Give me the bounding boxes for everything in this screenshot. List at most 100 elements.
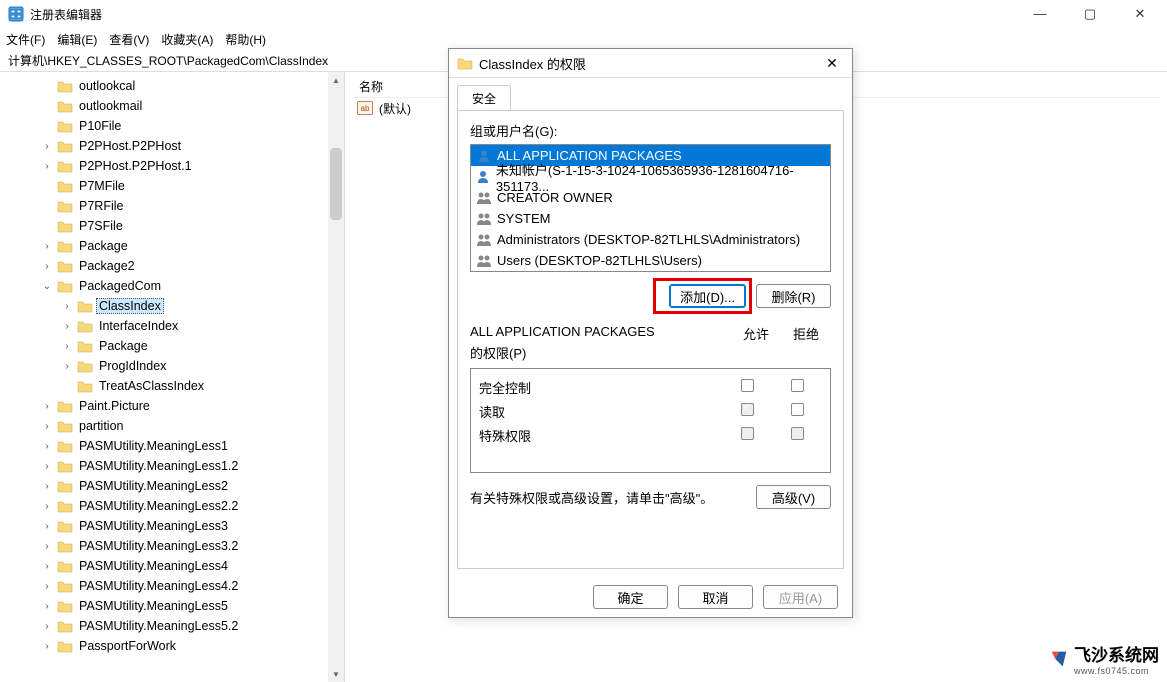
expand-icon[interactable]: › bbox=[40, 641, 54, 652]
tree-item-paint-picture[interactable]: ›Paint.Picture bbox=[0, 396, 344, 416]
tree-item-passportforwork[interactable]: ›PassportForWork bbox=[0, 636, 344, 656]
tree-item-label: PASMUtility.MeaningLess3 bbox=[76, 518, 231, 534]
expand-icon[interactable]: › bbox=[60, 301, 74, 312]
menu-edit[interactable]: 编辑(E) bbox=[57, 31, 97, 48]
tree-item-pasmutility-meaningless2-2[interactable]: ›PASMUtility.MeaningLess2.2 bbox=[0, 496, 344, 516]
tree-item-outlookmail[interactable]: outlookmail bbox=[0, 96, 344, 116]
checkbox-allow[interactable] bbox=[741, 403, 754, 416]
tree-item-p7sfile[interactable]: P7SFile bbox=[0, 216, 344, 236]
add-button[interactable]: 添加(D)... bbox=[669, 284, 746, 308]
tree-item-p7rfile[interactable]: P7RFile bbox=[0, 196, 344, 216]
maximize-button[interactable]: ▢ bbox=[1075, 6, 1105, 22]
cancel-button[interactable]: 取消 bbox=[678, 585, 753, 609]
collapse-icon[interactable]: ⌄ bbox=[40, 281, 54, 292]
tree-item-pasmutility-meaningless4[interactable]: › PASMUtility.MeaningLess4 bbox=[0, 556, 344, 576]
advanced-button[interactable]: 高级(V) bbox=[756, 485, 831, 509]
folder-icon bbox=[57, 559, 73, 573]
ok-button[interactable]: 确定 bbox=[593, 585, 668, 609]
remove-button[interactable]: 删除(R) bbox=[756, 284, 831, 308]
tree-item-p2phost-p2phost-1[interactable]: › P2PHost.P2PHost.1 bbox=[0, 156, 344, 176]
tree-item-package[interactable]: ›Package bbox=[0, 236, 344, 256]
user-item[interactable]: 未知帐户(S-1-15-3-1024-1065365936-1281604716… bbox=[471, 166, 830, 187]
checkbox-deny[interactable] bbox=[791, 379, 804, 392]
col-name[interactable]: 名称 bbox=[353, 76, 389, 97]
expand-icon[interactable]: › bbox=[60, 341, 74, 352]
expand-icon[interactable]: › bbox=[40, 141, 54, 152]
scroll-up-icon[interactable]: ▲ bbox=[328, 72, 344, 88]
tree-item-pasmutility-meaningless1[interactable]: ›PASMUtility.MeaningLess1 bbox=[0, 436, 344, 456]
tree-item-label: PASMUtility.MeaningLess3.2 bbox=[76, 538, 241, 554]
expand-icon[interactable]: › bbox=[40, 481, 54, 492]
checkbox-allow[interactable] bbox=[741, 379, 754, 392]
tree-item-label: PASMUtility.MeaningLess4 bbox=[76, 558, 231, 574]
tree-item-progidindex[interactable]: ›ProgIdIndex bbox=[0, 356, 344, 376]
dialog-title-bar[interactable]: ClassIndex 的权限 ✕ bbox=[449, 49, 852, 78]
tree-item-pasmutility-meaningless3-2[interactable]: › PASMUtility.MeaningLess3.2 bbox=[0, 536, 344, 556]
menu-view[interactable]: 查看(V) bbox=[109, 31, 149, 48]
user-item[interactable]: SYSTEM bbox=[471, 208, 830, 229]
user-item-label: Administrators (DESKTOP-82TLHLS\Administ… bbox=[497, 232, 800, 247]
expand-icon[interactable]: › bbox=[40, 621, 54, 632]
folder-icon bbox=[57, 159, 73, 173]
tab-security[interactable]: 安全 bbox=[457, 85, 511, 111]
user-item[interactable]: Administrators (DESKTOP-82TLHLS\Administ… bbox=[471, 229, 830, 250]
tree-item-label: PackagedCom bbox=[76, 278, 164, 294]
user-item[interactable]: Users (DESKTOP-82TLHLS\Users) bbox=[471, 250, 830, 271]
minimize-button[interactable]: — bbox=[1025, 6, 1055, 22]
expand-icon[interactable]: › bbox=[40, 601, 54, 612]
tree-item-pasmutility-meaningless4-2[interactable]: ›PASMUtility.MeaningLess4.2 bbox=[0, 576, 344, 596]
menu-help[interactable]: 帮助(H) bbox=[225, 31, 266, 48]
tree-item-pasmutility-meaningless5-2[interactable]: ›PASMUtility.MeaningLess5.2 bbox=[0, 616, 344, 636]
folder-icon bbox=[57, 179, 73, 193]
tree-item-pasmutility-meaningless2[interactable]: ›PASMUtility.MeaningLess2 bbox=[0, 476, 344, 496]
tree-item-label: ClassIndex bbox=[96, 298, 164, 314]
expand-icon[interactable]: › bbox=[60, 361, 74, 372]
tree-item-interfaceindex[interactable]: ›InterfaceIndex bbox=[0, 316, 344, 336]
expand-icon[interactable]: › bbox=[40, 581, 54, 592]
folder-icon bbox=[77, 359, 93, 373]
menu-file[interactable]: 文件(F) bbox=[6, 31, 45, 48]
checkbox-deny[interactable] bbox=[791, 403, 804, 416]
group-icon bbox=[475, 254, 493, 268]
folder-icon bbox=[77, 299, 93, 313]
expand-icon[interactable]: › bbox=[60, 321, 74, 332]
expand-icon[interactable]: › bbox=[40, 261, 54, 272]
tree-item-label: Package2 bbox=[76, 258, 138, 274]
title-bar: 注册表编辑器 — ▢ ✕ bbox=[0, 0, 1167, 28]
user-list[interactable]: ALL APPLICATION PACKAGES未知帐户(S-1-15-3-10… bbox=[470, 144, 831, 272]
expand-icon[interactable]: › bbox=[40, 561, 54, 572]
tree-item-outlookcal[interactable]: outlookcal bbox=[0, 76, 344, 96]
expand-icon[interactable]: › bbox=[40, 501, 54, 512]
tree-item-pasmutility-meaningless3[interactable]: › PASMUtility.MeaningLess3 bbox=[0, 516, 344, 536]
tree-item-treatasclassindex[interactable]: TreatAsClassIndex bbox=[0, 376, 344, 396]
tree-item-classindex[interactable]: › ClassIndex bbox=[0, 296, 344, 316]
tree-item-p7mfile[interactable]: P7MFile bbox=[0, 176, 344, 196]
dialog-close-button[interactable]: ✕ bbox=[820, 55, 844, 72]
tree-item-partition[interactable]: ›partition bbox=[0, 416, 344, 436]
apply-button[interactable]: 应用(A) bbox=[763, 585, 838, 609]
tree-item-p2phost-p2phost[interactable]: ›P2PHost.P2PHost bbox=[0, 136, 344, 156]
folder-icon bbox=[57, 259, 73, 273]
close-button[interactable]: ✕ bbox=[1125, 6, 1155, 22]
expand-icon[interactable]: › bbox=[40, 441, 54, 452]
tree-scrollbar[interactable]: ▲ ▼ bbox=[328, 72, 344, 682]
expand-icon[interactable]: › bbox=[40, 541, 54, 552]
tree-item-label: TreatAsClassIndex bbox=[96, 378, 207, 394]
scroll-down-icon[interactable]: ▼ bbox=[328, 666, 344, 682]
tree-item-pasmutility-meaningless5[interactable]: ›PASMUtility.MeaningLess5 bbox=[0, 596, 344, 616]
expand-icon[interactable]: › bbox=[40, 421, 54, 432]
expand-icon[interactable]: › bbox=[40, 161, 54, 172]
tree-item-packagedcom[interactable]: ⌄ PackagedCom bbox=[0, 276, 344, 296]
scroll-thumb[interactable] bbox=[330, 148, 342, 220]
expand-icon[interactable]: › bbox=[40, 521, 54, 532]
expand-icon[interactable]: › bbox=[40, 461, 54, 472]
expand-icon[interactable]: › bbox=[40, 241, 54, 252]
watermark: 飞沙系统网 www.fs0745.com bbox=[1048, 641, 1159, 676]
tree-item-label: P2PHost.P2PHost.1 bbox=[76, 158, 195, 174]
tree-item-pasmutility-meaningless1-2[interactable]: ›PASMUtility.MeaningLess1.2 bbox=[0, 456, 344, 476]
menu-fav[interactable]: 收藏夹(A) bbox=[161, 31, 213, 48]
tree-item-p10file[interactable]: P10File bbox=[0, 116, 344, 136]
tree-item-package[interactable]: ›Package bbox=[0, 336, 344, 356]
tree-item-package2[interactable]: › Package2 bbox=[0, 256, 344, 276]
expand-icon[interactable]: › bbox=[40, 401, 54, 412]
